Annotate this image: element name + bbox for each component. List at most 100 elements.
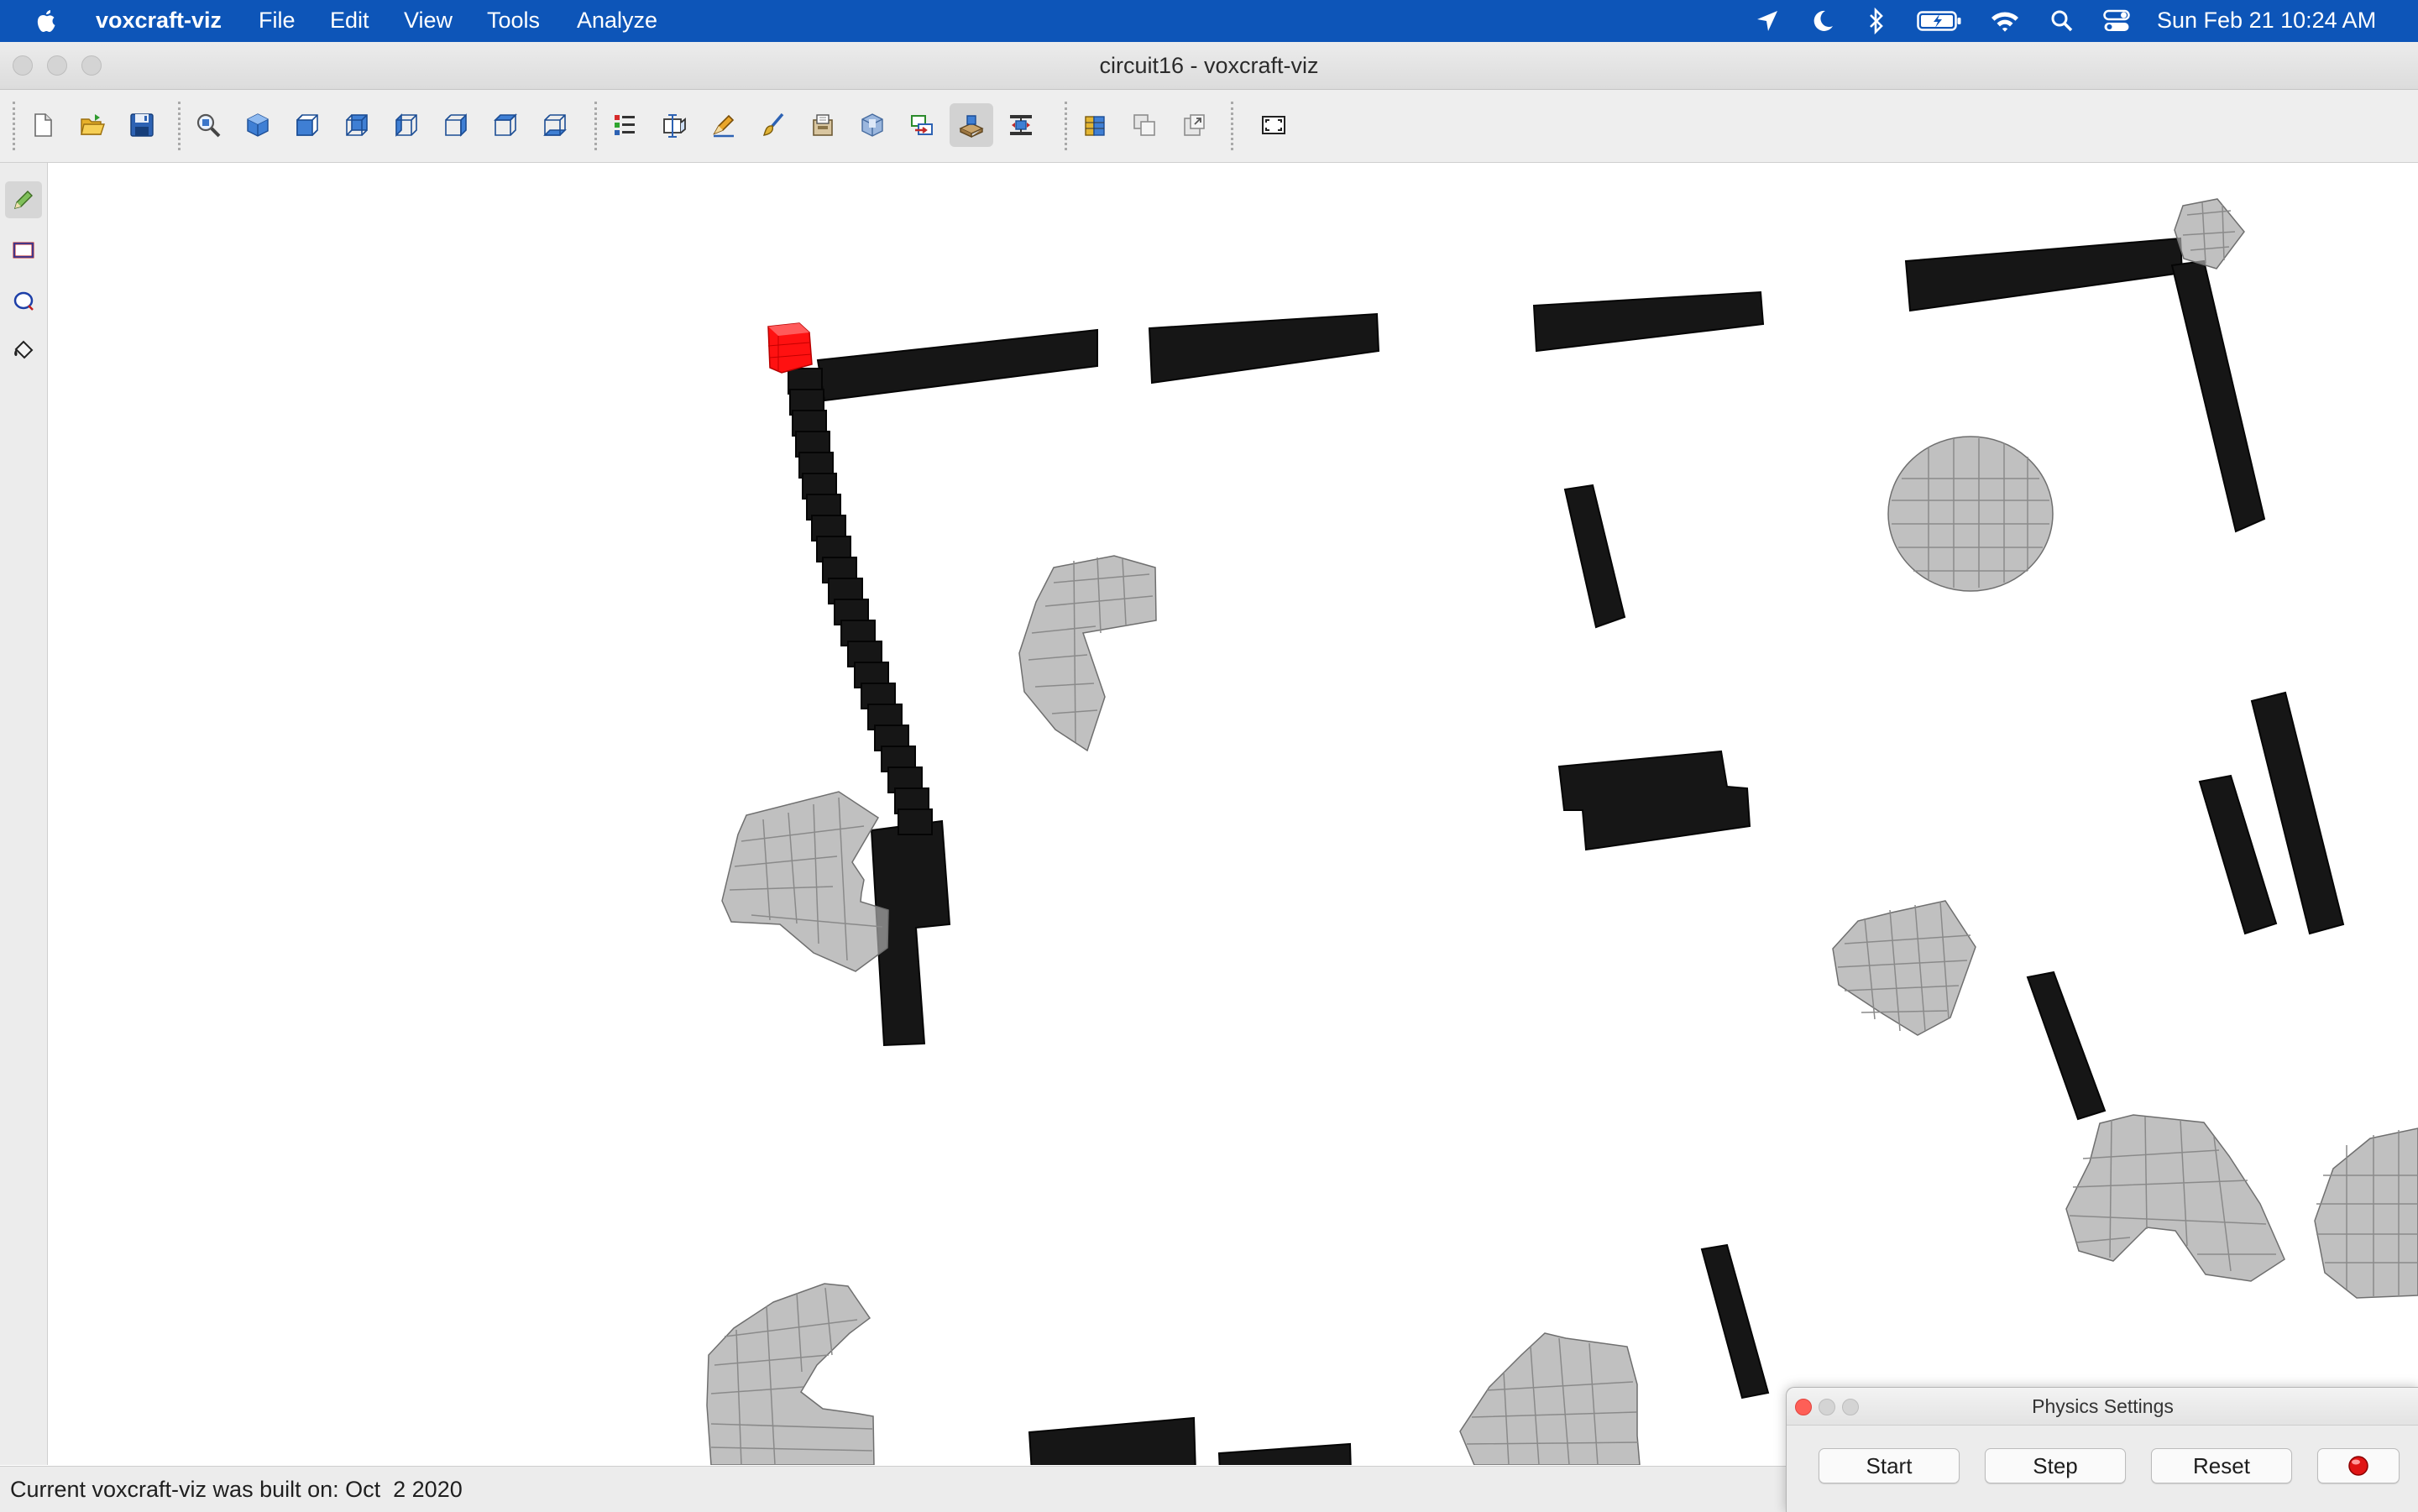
physics-close-button[interactable]: [1795, 1399, 1812, 1415]
save-button[interactable]: [120, 103, 164, 147]
brush-button[interactable]: [751, 103, 795, 147]
record-button[interactable]: [2317, 1448, 2400, 1483]
voxel-chain: [788, 368, 933, 835]
wall-segment: [1532, 290, 1765, 353]
new-file-button[interactable]: [21, 103, 65, 147]
menu-edit[interactable]: Edit: [330, 0, 369, 42]
wall-segment: [1563, 484, 1626, 629]
wall-segment: [1217, 1442, 1352, 1465]
tensile-test-button[interactable]: [999, 103, 1043, 147]
brush-icon: [762, 112, 784, 136]
import-button[interactable]: [801, 103, 845, 147]
link-button[interactable]: [900, 103, 944, 147]
view-bottom-icon: [543, 114, 567, 136]
wall-segment: [2170, 259, 2266, 533]
ellipse-tool-icon: [13, 291, 34, 311]
view-back-button[interactable]: [335, 103, 379, 147]
view-left-icon: [395, 113, 417, 137]
paste-icon: [1184, 114, 1205, 136]
reset-button[interactable]: Reset: [2151, 1448, 2292, 1483]
physics-minimize-button[interactable]: [1819, 1399, 1835, 1415]
rectangle-tool-icon: [13, 242, 34, 259]
view-iso-icon: [247, 113, 269, 137]
fill-bucket-tool-button[interactable]: [5, 332, 42, 369]
toolbar-separator: [1065, 102, 1067, 150]
structure-button[interactable]: [652, 103, 696, 147]
soft-robot: [2065, 1114, 2285, 1282]
rectangle-tool-button[interactable]: [5, 232, 42, 269]
soft-robot: [2314, 1127, 2418, 1299]
export-button[interactable]: [850, 103, 894, 147]
voxel-viewport[interactable]: [48, 163, 2418, 1465]
moon-icon[interactable]: [1811, 8, 1834, 34]
view-front-icon: [296, 114, 318, 136]
soft-robot: [721, 791, 889, 972]
soft-robot: [1018, 555, 1157, 752]
menubar-clock[interactable]: Sun Feb 21 10:24 AM: [2157, 0, 2376, 42]
toolbar-separator: [178, 102, 181, 150]
structure-icon: [663, 114, 686, 138]
tensile-test-icon: [1010, 115, 1032, 135]
app-menu[interactable]: voxcraft-viz: [96, 0, 222, 42]
view-top-button[interactable]: [484, 103, 527, 147]
pencil-tool-button[interactable]: [5, 181, 42, 218]
view-top-icon: [494, 113, 517, 136]
apple-icon[interactable]: [35, 8, 57, 34]
link-icon: [911, 115, 933, 135]
main-toolbar: [0, 90, 2418, 163]
simulation-scene: [706, 198, 2418, 1465]
toolbar-separator: [1231, 102, 1233, 150]
soft-robot: [1887, 436, 2054, 592]
fea-button[interactable]: [1073, 103, 1117, 147]
soft-robot: [1459, 1332, 1641, 1465]
physics-zoom-button[interactable]: [1842, 1399, 1859, 1415]
fea-icon: [1085, 116, 1105, 136]
ellipse-tool-button[interactable]: [5, 282, 42, 319]
menu-view[interactable]: View: [404, 0, 453, 42]
view-bottom-button[interactable]: [533, 103, 577, 147]
physics-sandbox-button[interactable]: [950, 103, 993, 147]
step-button[interactable]: Step: [1985, 1448, 2126, 1483]
status-text: Current voxcraft-viz was built on: Oct 2…: [10, 1477, 463, 1502]
palette-list-button[interactable]: [603, 103, 646, 147]
view-front-button[interactable]: [285, 103, 329, 147]
start-button[interactable]: Start: [1819, 1448, 1960, 1483]
zoom-fit-button[interactable]: [186, 103, 230, 147]
view-back-icon: [346, 114, 368, 136]
wall-segment: [1904, 237, 2184, 312]
toolbar-grip[interactable]: [13, 102, 15, 150]
search-icon[interactable]: [2050, 9, 2074, 33]
location-icon[interactable]: [1755, 9, 1780, 33]
pencil-tool-icon: [13, 191, 33, 210]
physics-sandbox-icon: [959, 115, 984, 139]
wall-segment: [1700, 1243, 1770, 1400]
wall-segment: [1148, 312, 1380, 385]
wall-segment: [2026, 971, 2107, 1121]
wifi-icon[interactable]: [1990, 9, 2020, 33]
marker-voxel: [767, 322, 813, 374]
import-icon: [813, 114, 833, 136]
copy-icon: [1133, 114, 1155, 136]
wall-segment: [816, 328, 1098, 402]
control-center-icon[interactable]: [2103, 8, 2130, 34]
menu-file[interactable]: File: [259, 0, 296, 42]
physics-settings-title[interactable]: Physics Settings: [1787, 1388, 2418, 1426]
soft-robot: [706, 1283, 875, 1465]
menu-analyze[interactable]: Analyze: [577, 0, 657, 42]
wall-segment: [1028, 1416, 1196, 1465]
bluetooth-icon[interactable]: [1868, 8, 1885, 34]
open-file-button[interactable]: [71, 103, 114, 147]
edit-material-button[interactable]: [702, 103, 746, 147]
view-left-button[interactable]: [385, 103, 428, 147]
view-right-button[interactable]: [434, 103, 478, 147]
view-iso-button[interactable]: [236, 103, 280, 147]
save-icon: [130, 113, 154, 137]
battery-icon[interactable]: [1917, 11, 1962, 31]
soft-robot: [2174, 198, 2245, 269]
fullscreen-button[interactable]: [1252, 103, 1295, 147]
soft-robots: [706, 198, 2418, 1465]
menu-tools[interactable]: Tools: [487, 0, 540, 42]
fullscreen-icon: [1262, 116, 1285, 134]
copy-button[interactable]: [1123, 103, 1166, 147]
paste-button[interactable]: [1172, 103, 1216, 147]
